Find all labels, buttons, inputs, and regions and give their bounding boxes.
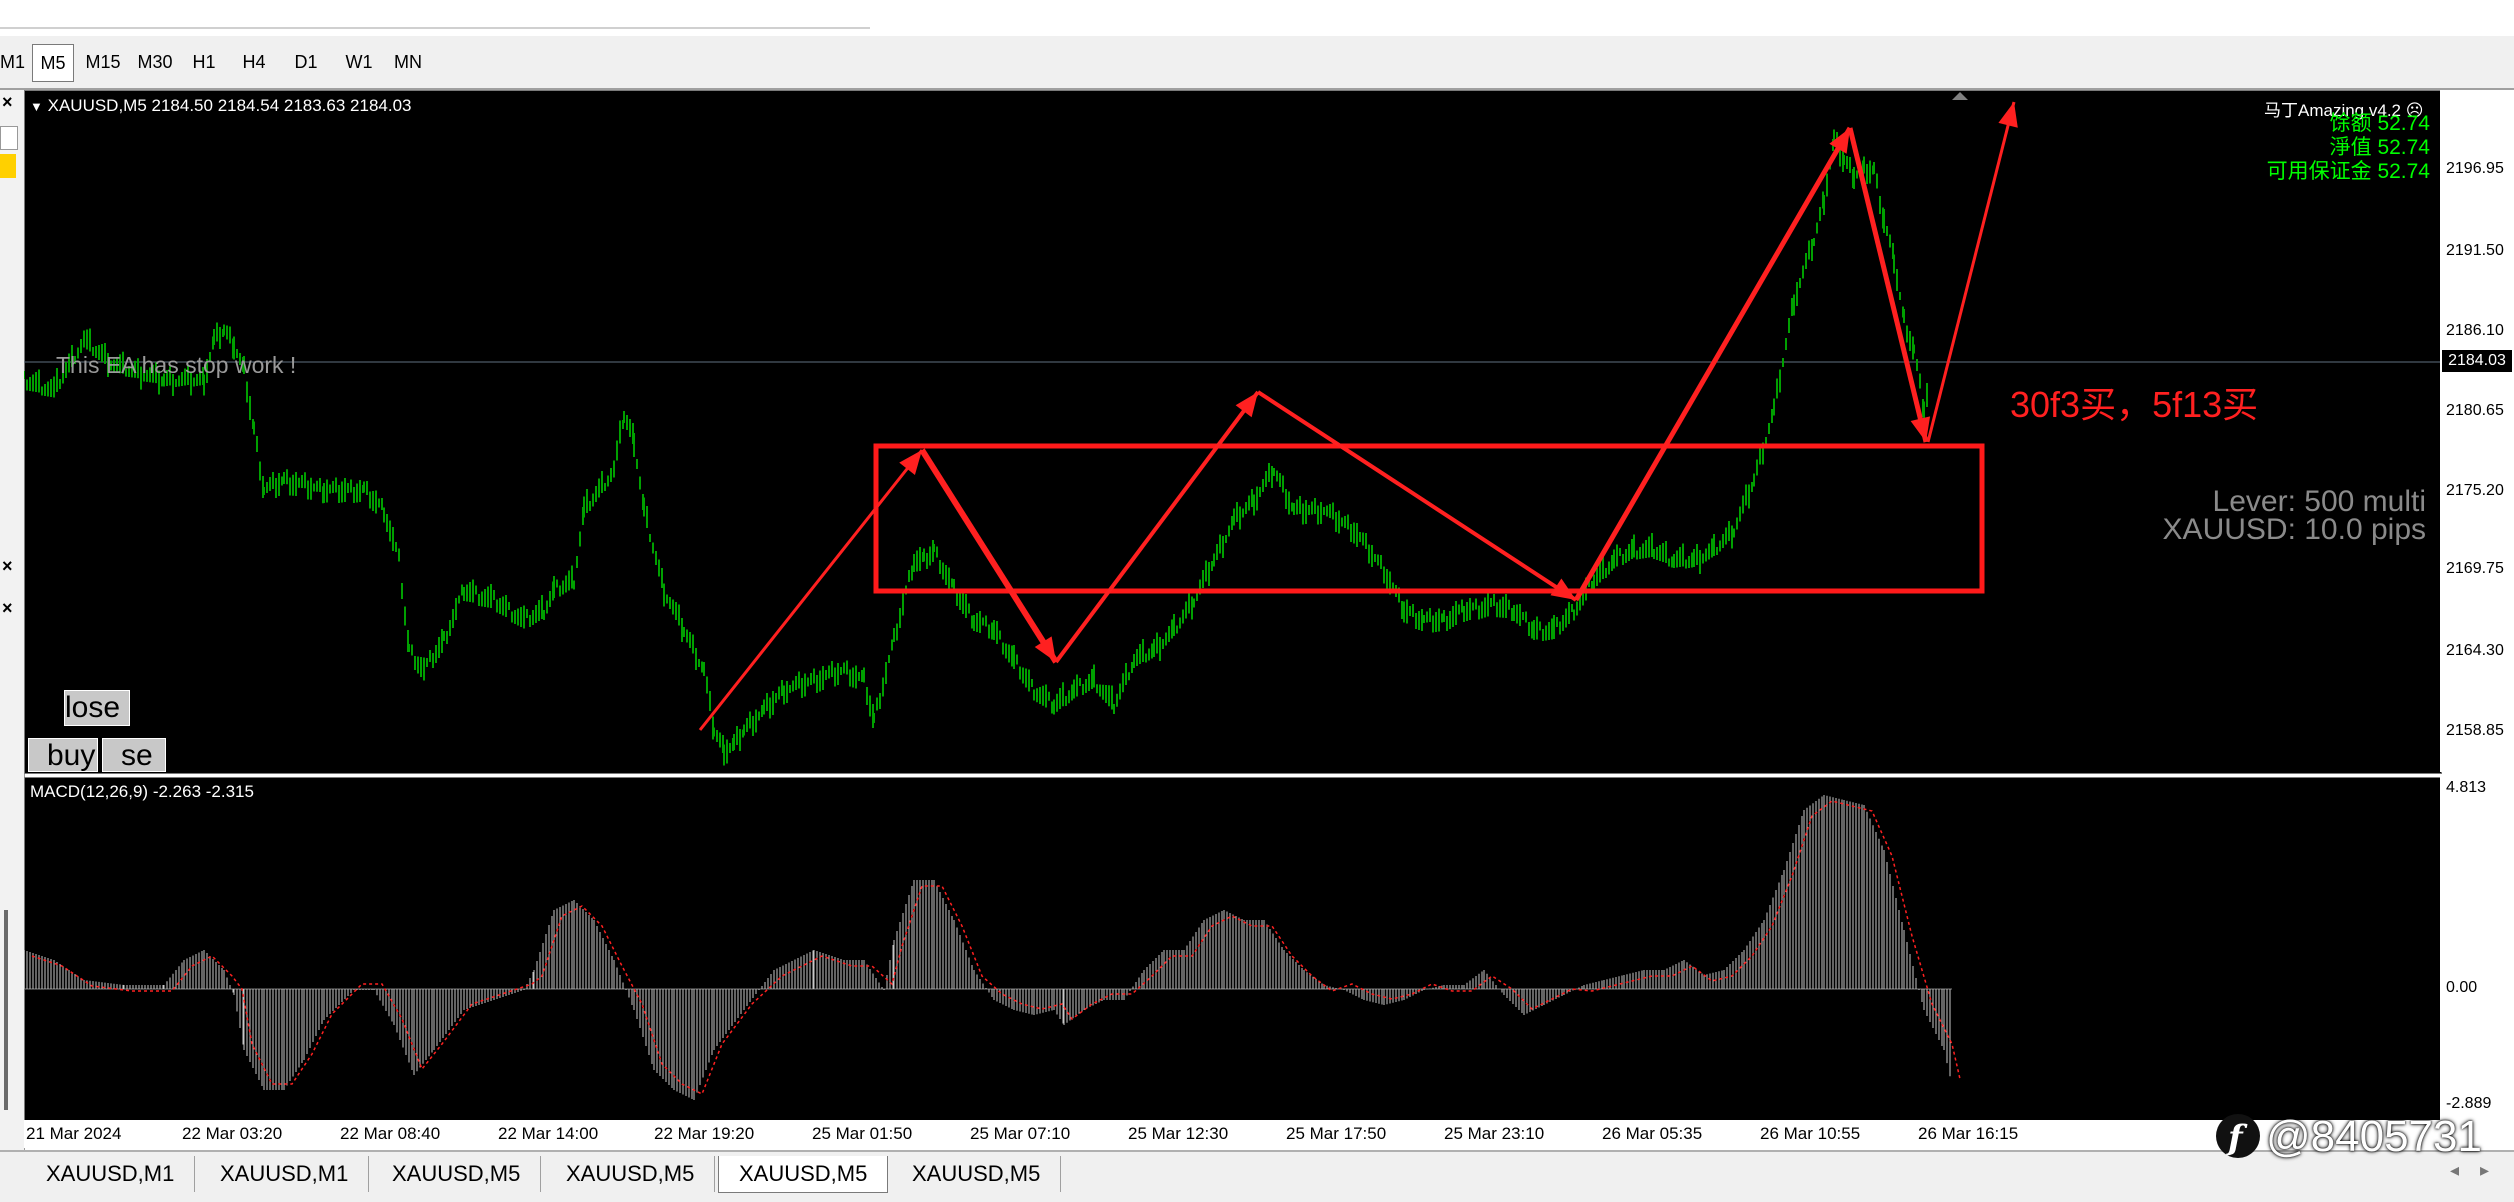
- alert-icon: [0, 154, 16, 178]
- time-tick: 26 Mar 05:35: [1602, 1124, 1703, 1143]
- price-tick: 2191.50: [2446, 242, 2504, 259]
- watermark-text: @8405731: [2266, 1112, 2482, 1161]
- scrollbar[interactable]: [4, 910, 8, 1110]
- scroll-right-icon[interactable]: ▸: [2480, 1160, 2489, 1181]
- arrow-line: [1847, 127, 1929, 443]
- time-tick: 21 Mar 2024: [26, 1124, 122, 1143]
- chart-tab-active[interactable]: XAUUSD,M5: [718, 1156, 889, 1193]
- arrow-line: [1054, 390, 1260, 664]
- chart-tab[interactable]: XAUUSD,M5: [372, 1156, 542, 1192]
- navigator-strip: × × ×: [0, 90, 25, 1150]
- tf-button-m30[interactable]: M30: [132, 44, 178, 80]
- window-top-area: [0, 0, 2514, 28]
- equity-value: 52.74: [2377, 136, 2430, 159]
- lever-info: Lever: 500 multi XAUUSD: 10.0 pips: [2100, 485, 2426, 546]
- scroll-left-icon[interactable]: ◂: [2450, 1160, 2459, 1181]
- tf-button-h4[interactable]: H4: [236, 44, 272, 80]
- range-box: [873, 443, 1985, 594]
- arrow-line: [1573, 126, 1853, 602]
- chart-info-line: ▼ XAUUSD,M5 2184.50 2184.54 2183.63 2184…: [30, 96, 412, 116]
- tf-button-m5[interactable]: M5: [32, 44, 74, 82]
- macd-signal-line: [31, 800, 1961, 1096]
- logo-icon: f: [2216, 1114, 2260, 1158]
- chart-tab[interactable]: XAUUSD,M1: [26, 1156, 196, 1192]
- lever-text: Lever: 500 multi: [2212, 485, 2426, 518]
- time-tick: 22 Mar 03:20: [182, 1124, 283, 1143]
- macd-tick: 0.00: [2446, 979, 2478, 996]
- chart-tab-bar: XAUUSD,M1 XAUUSD,M1 XAUUSD,M5 XAUUSD,M5 …: [0, 1150, 2514, 1202]
- free-margin-label: 可用保证金: [2266, 160, 2372, 183]
- macd-tick: 4.813: [2446, 779, 2487, 796]
- top-divider: [0, 27, 870, 29]
- time-tick: 25 Mar 07:10: [970, 1124, 1071, 1143]
- price-tick: 2158.85: [2446, 722, 2504, 739]
- shift-marker: [1952, 92, 1968, 100]
- tf-button-m15[interactable]: M15: [82, 44, 124, 80]
- pips-text: XAUUSD: 10.0 pips: [2162, 513, 2426, 546]
- time-tick: 25 Mar 23:10: [1444, 1124, 1545, 1143]
- price-tick: 2175.20: [2446, 482, 2504, 499]
- panel-icon: [0, 126, 18, 150]
- timeframe-toolbar: M1 M5 M15 M30 H1 H4 D1 W1 MN: [0, 36, 2514, 90]
- arrow-line: [1256, 390, 1578, 602]
- tf-button-d1[interactable]: D1: [288, 44, 324, 80]
- arrow-head: [1235, 392, 1258, 418]
- price-tick: 2196.95: [2446, 160, 2504, 177]
- chart-tab[interactable]: XAUUSD,M5: [546, 1156, 716, 1192]
- arrow-line: [1926, 101, 2016, 443]
- annotation-text: 30f3买，5f13买: [2010, 384, 2259, 425]
- macd-tick: -2.889: [2446, 1095, 2492, 1112]
- symbol-info: XAUUSD,M5 2184.50 2184.54 2183.63 2184.0…: [47, 96, 412, 115]
- buy-button[interactable]: buy: [28, 738, 98, 772]
- close-all-button[interactable]: lose: [64, 690, 130, 726]
- time-tick: 25 Mar 17:50: [1286, 1124, 1387, 1143]
- current-price-label: 2184.03: [2442, 350, 2512, 372]
- price-tick: 2164.30: [2446, 642, 2504, 659]
- ea-status-text: This EA has stop work !: [56, 352, 297, 378]
- sell-button[interactable]: se: [102, 738, 166, 772]
- tf-button-h1[interactable]: H1: [186, 44, 222, 80]
- free-margin-value: 52.74: [2377, 160, 2430, 183]
- balance-value: 52.74: [2377, 112, 2430, 135]
- equity-label: 淨值: [2329, 136, 2372, 159]
- tf-button-w1[interactable]: W1: [340, 44, 378, 80]
- account-info: 馀额 52.74 淨值 52.74 可用保证金 52.74: [2240, 112, 2430, 184]
- tf-button-m1[interactable]: M1: [0, 44, 25, 80]
- tf-button-mn[interactable]: MN: [388, 44, 428, 80]
- close-icon[interactable]: ×: [2, 556, 13, 577]
- time-tick: 25 Mar 12:30: [1128, 1124, 1229, 1143]
- price-tick: 2169.75: [2446, 560, 2504, 577]
- time-tick: 22 Mar 08:40: [340, 1124, 441, 1143]
- balance-label: 馀额: [2329, 112, 2372, 135]
- price-tick: 2186.10: [2446, 322, 2504, 339]
- time-tick: 26 Mar 16:15: [1918, 1124, 2019, 1143]
- chart-tab[interactable]: XAUUSD,M1: [200, 1156, 370, 1192]
- macd-label: MACD(12,26,9) -2.263 -2.315: [30, 782, 254, 801]
- price-tick: 2180.65: [2446, 402, 2504, 419]
- arrow-head: [899, 450, 922, 476]
- time-tick: 25 Mar 01:50: [812, 1124, 913, 1143]
- macd-axis: 4.813 0.00 -2.889: [2440, 777, 2514, 1120]
- time-tick: 22 Mar 19:20: [654, 1124, 755, 1143]
- close-icon[interactable]: ×: [2, 598, 13, 619]
- arrow-head: [1998, 102, 2018, 128]
- chart-drawing: [24, 92, 2440, 1100]
- macd-histogram: [24, 795, 1951, 1100]
- chart-tab[interactable]: XAUUSD,M5: [892, 1156, 1062, 1192]
- dropdown-triangle-icon[interactable]: ▼: [30, 99, 43, 114]
- time-tick: 26 Mar 10:55: [1760, 1124, 1861, 1143]
- close-icon[interactable]: ×: [2, 92, 13, 113]
- price-axis: 2196.95 2191.50 2186.10 2180.65 2175.20 …: [2440, 90, 2514, 772]
- time-axis: 21 Mar 2024 22 Mar 03:20 22 Mar 08:40 22…: [24, 1120, 2514, 1148]
- time-tick: 22 Mar 14:00: [498, 1124, 599, 1143]
